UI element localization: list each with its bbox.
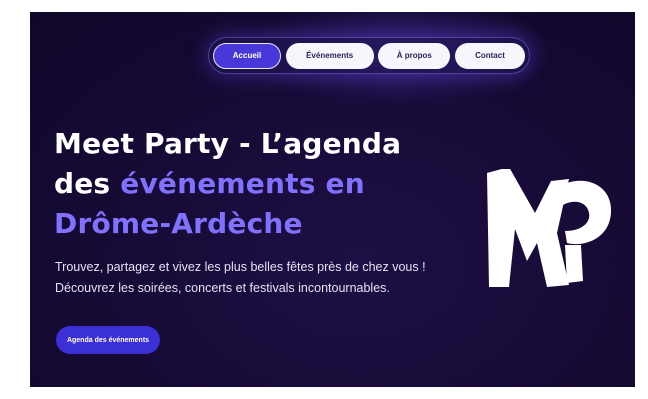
hero-title-line3: Drôme-Ardèche	[54, 207, 303, 240]
nav-a-propos[interactable]: À propos	[378, 42, 451, 69]
mp-logo-icon	[487, 169, 612, 287]
hero-title-line1: Meet Party - L’agenda	[54, 127, 402, 160]
agenda-button[interactable]: Agenda des événements	[56, 326, 160, 354]
page-frame: Accueil Événements À propos Contact Meet…	[30, 12, 635, 387]
hero-title-line2-prefix: des	[54, 167, 121, 200]
top-nav: Accueil Événements À propos Contact	[208, 37, 530, 74]
hero-title-line2-accent: événements en	[120, 167, 365, 200]
hero-title: Meet Party - L’agenda des événements en Dr…	[54, 124, 401, 244]
nav-contact[interactable]: Contact	[454, 42, 525, 69]
hero-description: Trouvez, partagez et vivez les plus bell…	[55, 260, 426, 295]
nav-evenements[interactable]: Événements	[285, 42, 374, 69]
nav-accueil[interactable]: Accueil	[213, 42, 281, 69]
